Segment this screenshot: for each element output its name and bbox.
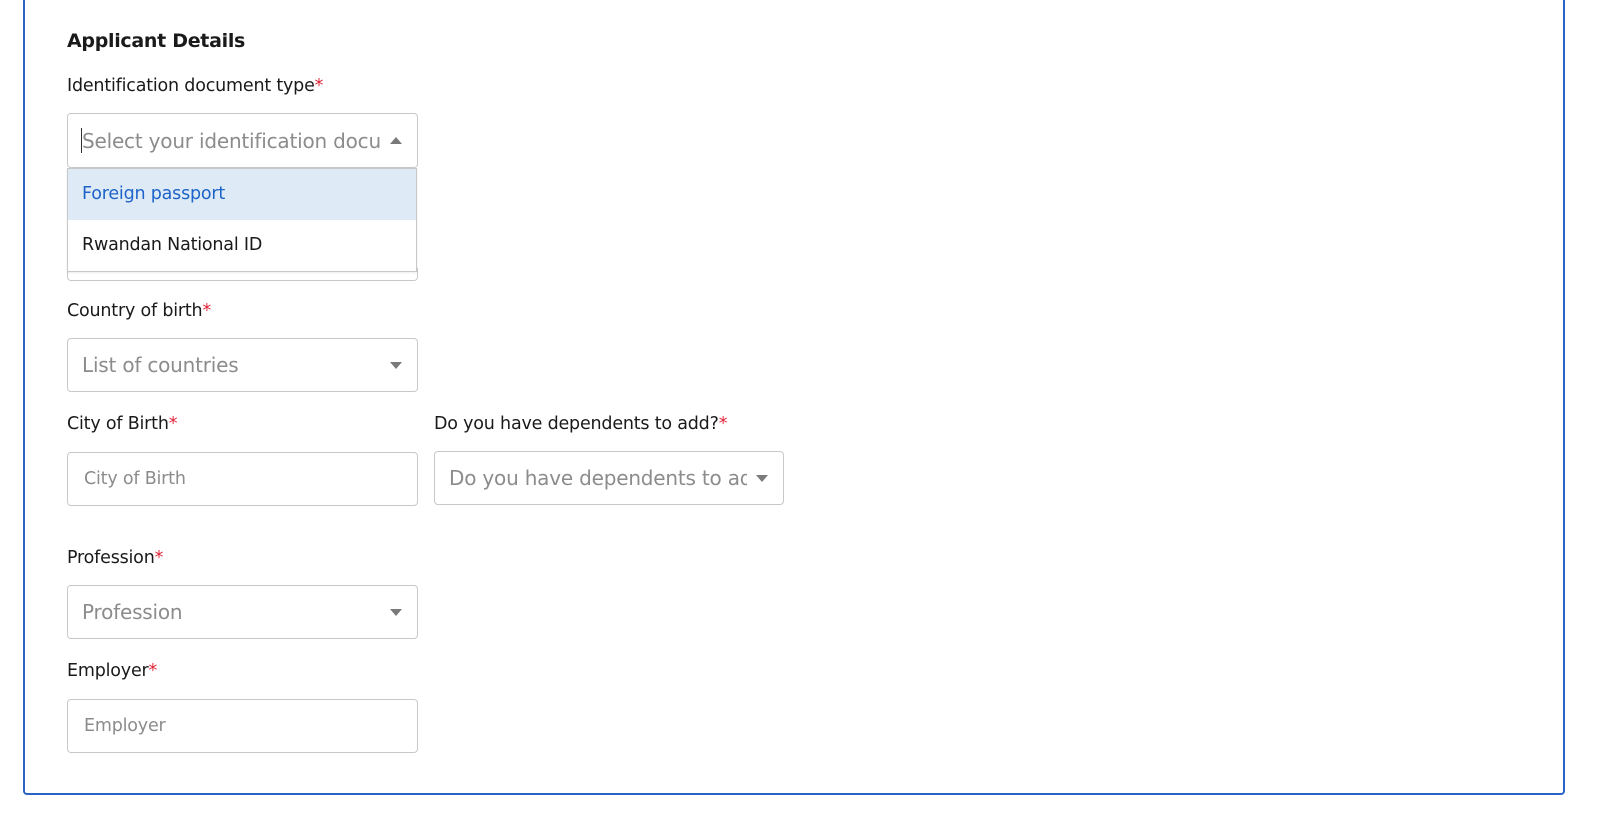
id-doc-select[interactable]: Select your identification docur <box>67 113 418 168</box>
city-of-birth-label: City of Birth* <box>67 414 178 434</box>
city-of-birth-input[interactable]: City of Birth <box>67 452 418 506</box>
caret-up-icon[interactable] <box>390 136 402 144</box>
caret-down-icon[interactable] <box>756 475 768 482</box>
option-foreign-passport[interactable]: Foreign passport <box>68 169 416 220</box>
employer-label: Employer* <box>67 661 158 681</box>
employer-placeholder: Employer <box>84 716 166 736</box>
city-of-birth-placeholder: City of Birth <box>84 469 186 489</box>
country-of-birth-placeholder: List of countries <box>82 353 239 377</box>
required-marker: * <box>148 661 158 681</box>
required-marker: * <box>154 548 164 568</box>
country-of-birth-select[interactable]: List of countries <box>67 338 418 392</box>
employer-input[interactable]: Employer <box>67 699 418 753</box>
required-marker: * <box>202 301 211 321</box>
caret-down-icon[interactable] <box>390 609 402 616</box>
profession-placeholder: Profession <box>82 600 183 624</box>
profession-label: Profession* <box>67 548 164 568</box>
id-doc-placeholder: Select your identification docur <box>82 128 381 153</box>
id-doc-options-menu: Foreign passport Rwandan National ID <box>67 168 417 272</box>
required-marker: * <box>314 76 324 96</box>
dependents-placeholder: Do you have dependents to ad <box>449 466 747 490</box>
required-marker: * <box>168 414 178 434</box>
country-of-birth-label: Country of birth* <box>67 301 211 321</box>
id-doc-label: Identification document type* <box>67 76 324 96</box>
caret-down-icon[interactable] <box>390 362 402 369</box>
option-rwandan-national-id[interactable]: Rwandan National ID <box>68 220 416 271</box>
dependents-label: Do you have dependents to add?* <box>434 414 728 434</box>
dependents-select[interactable]: Do you have dependents to ad <box>434 451 784 505</box>
required-marker: * <box>718 414 728 434</box>
profession-select[interactable]: Profession <box>67 585 418 639</box>
section-title: Applicant Details <box>67 30 246 52</box>
